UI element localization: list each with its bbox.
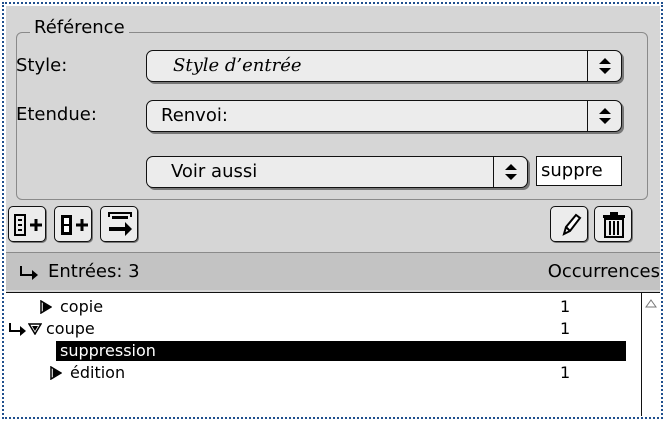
delete-button[interactable] <box>594 206 632 242</box>
entries-list[interactable]: copie 1 coupe 1 suppression édition 1 <box>6 292 642 416</box>
scroll-up-arrow-icon[interactable] <box>645 299 657 309</box>
return-arrow-icon <box>20 266 38 280</box>
popup-arrows-icon <box>587 51 621 81</box>
return-arrow-icon <box>9 323 26 336</box>
list-scrollbar[interactable] <box>642 292 660 416</box>
style-popup[interactable]: Style d’entrée <box>146 50 622 82</box>
reference-group-title: Référence <box>30 16 129 40</box>
popup-arrows-icon <box>587 101 621 131</box>
list-item-label: copie <box>60 297 104 316</box>
list-item[interactable]: copie 1 <box>6 297 626 317</box>
list-item-selected[interactable]: suppression <box>56 341 626 361</box>
occurrences-header[interactable]: Occurrences <box>548 260 660 284</box>
list-header: Entrées: 3 Occurrences <box>6 252 660 290</box>
edit-button[interactable] <box>550 206 588 242</box>
list-item-label: coupe <box>46 319 95 338</box>
cross-reference-input[interactable]: suppre <box>536 156 622 186</box>
list-item-count: 1 <box>560 363 571 382</box>
extent-popup[interactable]: Renvoi: <box>146 100 622 132</box>
edit-pencil-icon <box>562 213 582 236</box>
add-subentry-button[interactable] <box>54 206 92 242</box>
add-entry-icon <box>14 214 42 236</box>
list-item-count: 1 <box>560 319 571 338</box>
style-popup-value: Style d’entrée <box>173 55 302 76</box>
index-panel: Référence Style: Style d’entrée Etendue:… <box>6 6 660 416</box>
disclosure-expanded-icon[interactable] <box>28 323 42 335</box>
list-item-label: suppression <box>60 341 156 360</box>
see-also-popup[interactable]: Voir aussi <box>146 156 528 188</box>
move-entry-icon <box>108 212 132 236</box>
list-item[interactable]: coupe 1 <box>6 319 626 339</box>
move-entry-button[interactable] <box>100 206 138 242</box>
popup-arrows-icon <box>493 157 527 187</box>
list-item-label: édition <box>70 363 126 382</box>
entries-count-text: Entrées: 3 <box>48 261 140 282</box>
extent-label: Etendue: <box>16 104 97 125</box>
list-item-count: 1 <box>560 297 571 316</box>
extent-popup-value: Renvoi: <box>161 105 228 126</box>
disclosure-collapsed-icon[interactable] <box>40 300 52 314</box>
add-subentry-icon <box>61 215 88 235</box>
see-also-popup-value: Voir aussi <box>171 161 258 182</box>
list-item[interactable]: édition 1 <box>6 363 626 383</box>
style-label: Style: <box>16 55 68 76</box>
entries-count-label: Entrées: 3 <box>18 260 140 284</box>
add-entry-button[interactable] <box>8 206 46 242</box>
trash-icon <box>603 212 625 238</box>
disclosure-collapsed-icon[interactable] <box>50 366 62 380</box>
